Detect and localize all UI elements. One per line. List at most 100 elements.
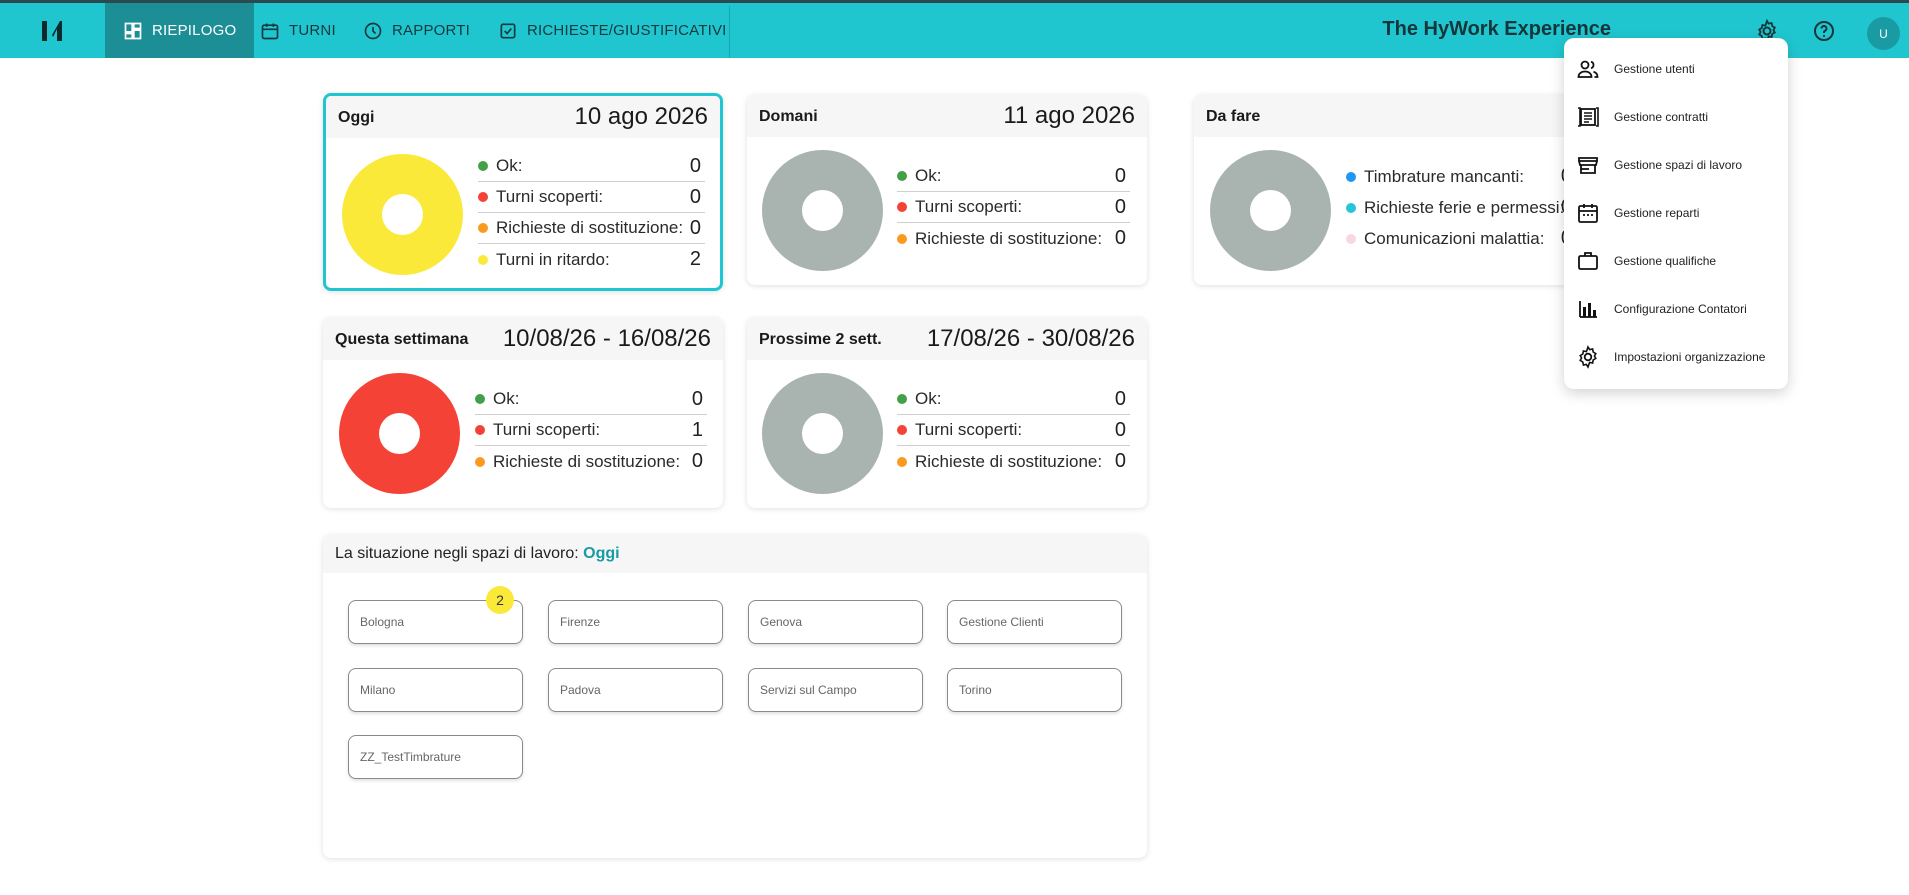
legend-label: Richieste di sostituzione: (493, 451, 681, 471)
nav-tab-rapporti[interactable]: RAPPORTI (345, 3, 488, 58)
summary-card-today[interactable]: Oggi 10 ago 2026 Ok: 0 Turni scoperti: 0 R… (323, 93, 723, 291)
menu-item-label: Configurazione Contatori (1614, 302, 1747, 316)
workspaces-title-period[interactable]: Oggi (583, 545, 619, 562)
legend-dot (897, 456, 907, 467)
legend-row-uncovered: Turni scoperti: 1 (475, 415, 707, 446)
workspace-name: Gestione Clienti (959, 615, 1044, 629)
legend-row-substitution: Richieste di sostituzione: 0 (478, 213, 705, 244)
contract-icon (1578, 107, 1599, 127)
summary-card-tomorrow[interactable]: Domani 11 ago 2026 Ok: 0 Turni scoperti: 0… (747, 95, 1147, 285)
summary-card-next-two-weeks[interactable]: Prossime 2 sett. 17/08/26 - 30/08/26 Ok:… (747, 318, 1147, 508)
menu-item-label: Gestione utenti (1614, 62, 1695, 76)
settings-dropdown-menu: Gestione utenti Gestione contratti Gesti… (1564, 38, 1788, 389)
legend-dot (478, 161, 488, 171)
legend-value: 0 (1114, 165, 1126, 187)
menu-item-gestione-utenti[interactable]: Gestione utenti (1564, 45, 1788, 93)
legend-label: Richieste ferie e permessi: (1364, 197, 1565, 217)
card-title: Domani (759, 108, 818, 125)
workspace-button-padova[interactable]: Padova (548, 668, 723, 712)
menu-item-configurazione-contatori[interactable]: Configurazione Contatori (1564, 285, 1788, 333)
workspace-button-firenze[interactable]: Firenze (548, 600, 723, 644)
clock-icon (364, 22, 382, 39)
menu-item-gestione-qualifiche[interactable]: Gestione qualifiche (1564, 237, 1788, 285)
workspace-button-gestione-clienti[interactable]: Gestione Clienti (947, 600, 1122, 644)
legend-row-substitution: Richieste di sostituzione: 0 (475, 446, 707, 477)
legend-dot (897, 425, 907, 435)
card-title: Oggi (338, 109, 375, 126)
workspace-button-servizi-sul-campo[interactable]: Servizi sul Campo (748, 668, 923, 712)
workspace-button-torino[interactable]: Torino (947, 668, 1122, 712)
legend-dot (1346, 233, 1356, 244)
menu-item-gestione-contratti[interactable]: Gestione contratti (1564, 93, 1788, 141)
legend-row-uncovered: Turni scoperti: 0 (897, 192, 1130, 223)
legend-dot (475, 425, 485, 435)
legend-dot (1346, 171, 1356, 182)
legend-label: Ok: (493, 389, 520, 408)
menu-item-label: Gestione qualifiche (1614, 254, 1717, 268)
card-header: Da fare (1194, 95, 1594, 137)
nav-tab-turni[interactable]: TURNI (242, 3, 354, 58)
legend-label: Ok: (496, 156, 523, 175)
legend-label: Turni scoperti: (493, 420, 601, 439)
card-header: La situazione negli spazi di lavoro: Ogg… (323, 535, 1147, 573)
legend-label: Richieste di sostituzione: (915, 451, 1103, 471)
legend-label: Ok: (915, 389, 942, 408)
dashboard-icon (124, 22, 142, 39)
menu-item-gestione-spazi-di-lavoro[interactable]: Gestione spazi di lavoro (1564, 141, 1788, 189)
nav-tab-riepilogo[interactable]: RIEPILOGO (105, 3, 255, 58)
summary-card-this-week[interactable]: Questa settimana 10/08/26 - 16/08/26 Ok:… (323, 318, 723, 508)
legend-dot (897, 233, 907, 244)
legend-row-leave-requests: Richieste ferie e permessi:0 (1346, 192, 1576, 223)
workspaces-card: La situazione negli spazi di lavoro: Ogg… (323, 535, 1147, 858)
user-avatar[interactable]: U (1867, 17, 1900, 50)
legend-dot (897, 202, 907, 212)
nav-tab-richieste[interactable]: RICHIESTE/GIUSTIFICATIVI (480, 3, 745, 58)
workspace-button-zz-testtimbrature[interactable]: ZZ_TestTimbrature (348, 735, 523, 779)
legend-label: Comunicazioni malattia: (1364, 228, 1545, 248)
legend-dot (478, 192, 488, 202)
legend-row-substitution: Richieste di sostituzione: 0 (897, 223, 1130, 254)
legend-label: Turni scoperti: (496, 187, 604, 206)
menu-item-label: Gestione contratti (1614, 110, 1709, 124)
app-logo[interactable] (38, 17, 66, 45)
menu-item-gestione-reparti[interactable]: Gestione reparti (1564, 189, 1788, 237)
workspaces-title-prefix: La situazione negli spazi di lavoro: (335, 545, 579, 562)
workspace-name: Milano (360, 683, 396, 697)
legend-value: 0 (1114, 419, 1126, 441)
card-legend: Ok: 0 Turni scoperti: 0 Richieste di sosti… (897, 161, 1130, 254)
calendar-icon (261, 23, 279, 39)
workspaces-title: La situazione negli spazi di lavoro: Ogg… (335, 545, 620, 563)
legend-label: Ok: (915, 166, 942, 185)
summary-card-todo[interactable]: Da fare Timbrature mancanti:0 Richieste … (1194, 95, 1594, 285)
legend-value: 0 (689, 186, 701, 208)
card-header: Oggi 10 ago 2026 (326, 96, 720, 138)
card-legend: Ok: 0 Turni scoperti: 0 Richieste di sosti… (897, 384, 1130, 477)
legend-value: 2 (689, 248, 701, 270)
legend-label: Turni scoperti: (915, 197, 1023, 216)
legend-dot (478, 223, 488, 233)
legend-row-missing-clockins: Timbrature mancanti:0 (1346, 161, 1576, 192)
legend-row-sick-notices: Comunicazioni malattia:0 (1346, 223, 1576, 254)
legend-value: 0 (1114, 388, 1126, 410)
workspace-name: Torino (959, 683, 992, 697)
legend-label: Turni in ritardo: (496, 249, 610, 269)
workspace-button-genova[interactable]: Genova (748, 600, 923, 644)
help-icon[interactable] (1812, 19, 1836, 43)
workspace-button-milano[interactable]: Milano (348, 668, 523, 712)
card-date: 17/08/26 - 30/08/26 (926, 325, 1135, 352)
workspace-alert-badge: 2 (486, 586, 514, 614)
legend-row-ok: Ok: 0 (897, 384, 1130, 415)
menu-item-label: Impostazioni organizzazione (1614, 350, 1766, 364)
legend-row-uncovered: Turni scoperti: 0 (478, 182, 705, 213)
workspace-name: Servizi sul Campo (760, 683, 857, 697)
legend-dot (1346, 202, 1356, 213)
menu-item-impostazioni-organizzazione[interactable]: Impostazioni organizzazione (1564, 333, 1788, 381)
legend-row-ok: Ok: 0 (897, 161, 1130, 192)
card-date: 10 ago 2026 (574, 103, 708, 130)
card-date: 11 ago 2026 (1003, 102, 1135, 129)
nav-tab-label: RAPPORTI (392, 22, 471, 39)
workspace-name: Genova (760, 615, 803, 629)
legend-value: 0 (1114, 196, 1126, 218)
legend-row-late: Turni in ritardo: 2 (478, 244, 705, 275)
legend-dot (475, 394, 485, 404)
